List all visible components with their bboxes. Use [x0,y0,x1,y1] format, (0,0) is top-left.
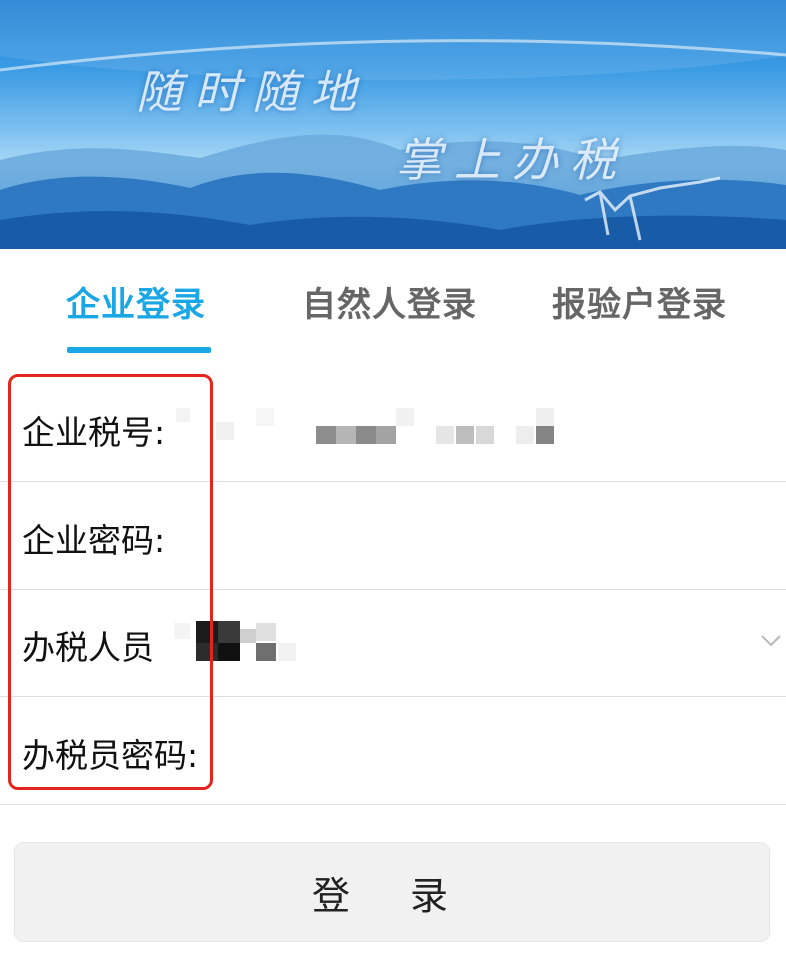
tax-id-input-redacted[interactable] [176,404,561,448]
annotation-highlight-box [8,374,213,790]
chevron-down-icon[interactable] [760,629,782,651]
active-tab-indicator [67,347,211,353]
banner-slogan-line1: 随时随地 [136,65,368,119]
banner-slogan-line2: 掌上办税 [396,133,628,187]
header-banner: 随时随地 掌上办税 [0,0,786,249]
tab-inspection-household-login[interactable]: 报验户登录 [552,277,727,326]
mountain-landscape-image [0,0,786,249]
tab-natural-person-login[interactable]: 自然人登录 [302,277,477,326]
login-button[interactable]: 登 录 [14,842,770,942]
tab-enterprise-login[interactable]: 企业登录 [66,277,206,326]
login-tabs: 企业登录 自然人登录 报验户登录 [0,249,786,359]
